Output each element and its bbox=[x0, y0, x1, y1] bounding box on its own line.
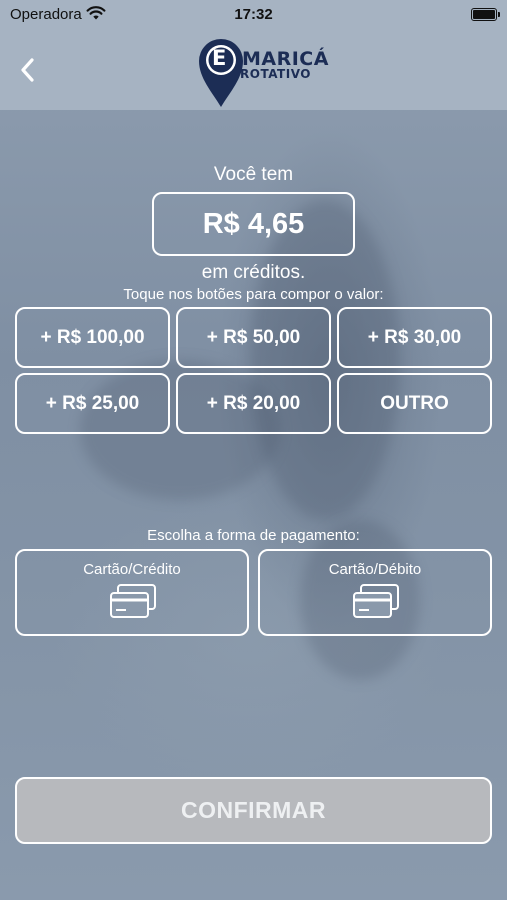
credit-card-icon bbox=[353, 584, 399, 618]
debit-card-button[interactable]: Cartão/Débito bbox=[258, 549, 492, 636]
clock: 17:32 bbox=[234, 6, 273, 23]
add-50-button[interactable]: + R$ 50,00 bbox=[176, 307, 331, 368]
add-100-button[interactable]: + R$ 100,00 bbox=[15, 307, 170, 368]
credits-suffix: em créditos. bbox=[201, 262, 306, 283]
logo-letter: E bbox=[212, 46, 227, 70]
add-20-button[interactable]: + R$ 20,00 bbox=[176, 373, 331, 434]
amount-grid: + R$ 100,00 + R$ 50,00 + R$ 30,00 + R$ 2… bbox=[15, 307, 492, 434]
credit-card-button[interactable]: Cartão/Crédito bbox=[15, 549, 249, 636]
credit-card-label: Cartão/Crédito bbox=[83, 561, 181, 578]
add-30-button[interactable]: + R$ 30,00 bbox=[337, 307, 492, 368]
main-content: Você tem R$ 4,65 em créditos. Toque nos … bbox=[0, 110, 507, 900]
credits-prefix: Você tem bbox=[213, 164, 294, 185]
confirm-button[interactable]: CONFIRMAR bbox=[15, 777, 492, 844]
logo-line2: ROTATIVO bbox=[240, 67, 311, 81]
battery-icon bbox=[471, 8, 500, 21]
credit-card-icon bbox=[110, 584, 156, 618]
back-button[interactable] bbox=[14, 50, 44, 90]
debit-card-label: Cartão/Débito bbox=[328, 561, 422, 578]
compose-instruction: Toque nos botões para compor o valor: bbox=[123, 286, 384, 303]
app-logo: E MARICÁ ROTATIVO bbox=[196, 34, 328, 108]
other-amount-button[interactable]: OUTRO bbox=[337, 373, 492, 434]
credit-balance: R$ 4,65 bbox=[152, 192, 355, 256]
status-bar: Operadora 17:32 bbox=[0, 0, 507, 30]
chevron-left-icon bbox=[21, 58, 34, 82]
nav-bar: E MARICÁ ROTATIVO bbox=[0, 30, 507, 110]
payment-label: Escolha a forma de pagamento: bbox=[147, 527, 360, 544]
add-25-button[interactable]: + R$ 25,00 bbox=[15, 373, 170, 434]
